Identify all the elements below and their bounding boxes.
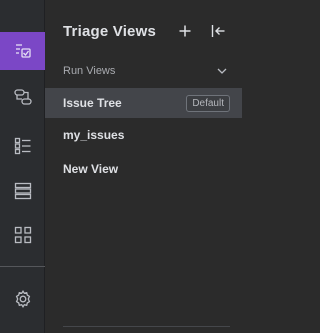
panel-bottom-divider: [63, 326, 230, 327]
rail-divider: [0, 266, 45, 267]
view-label: Issue Tree: [63, 96, 122, 110]
checklist-icon: [15, 44, 31, 58]
grid-icon: [14, 226, 31, 244]
server-icon: [14, 182, 31, 200]
plus-icon: [179, 25, 191, 37]
view-label: my_issues: [63, 128, 125, 142]
activity-rail: [0, 0, 45, 333]
pipeline-icon: [13, 89, 32, 105]
rail-button-pipelines[interactable]: [0, 78, 45, 116]
view-item-issue-tree[interactable]: Issue Tree Default: [45, 88, 242, 118]
panel-title: Triage Views: [63, 23, 157, 40]
gear-icon: [15, 289, 30, 309]
collapse-left-icon: [211, 25, 225, 37]
chevron-down-icon: [217, 68, 227, 74]
view-label: New View: [63, 162, 119, 176]
triage-views-panel: Triage Views Run Views Issue Tree Defaul…: [45, 0, 242, 333]
run-views-section-header[interactable]: Run Views: [45, 60, 242, 82]
rail-button-list[interactable]: [0, 127, 45, 165]
section-label: Run Views: [63, 65, 116, 77]
rail-button-servers[interactable]: [0, 172, 45, 210]
view-item-new-view[interactable]: New View: [45, 154, 242, 184]
list-view-icon: [14, 137, 30, 155]
rail-button-settings[interactable]: [0, 280, 45, 318]
add-view-button[interactable]: [176, 22, 194, 40]
collapse-panel-button[interactable]: [209, 22, 227, 40]
rail-button-triage[interactable]: [0, 32, 45, 70]
rail-button-dashboard[interactable]: [0, 216, 45, 254]
view-item-my-issues[interactable]: my_issues: [45, 120, 242, 150]
default-badge: Default: [186, 95, 230, 112]
triage-app: Triage Views Run Views Issue Tree Defaul…: [0, 0, 242, 333]
